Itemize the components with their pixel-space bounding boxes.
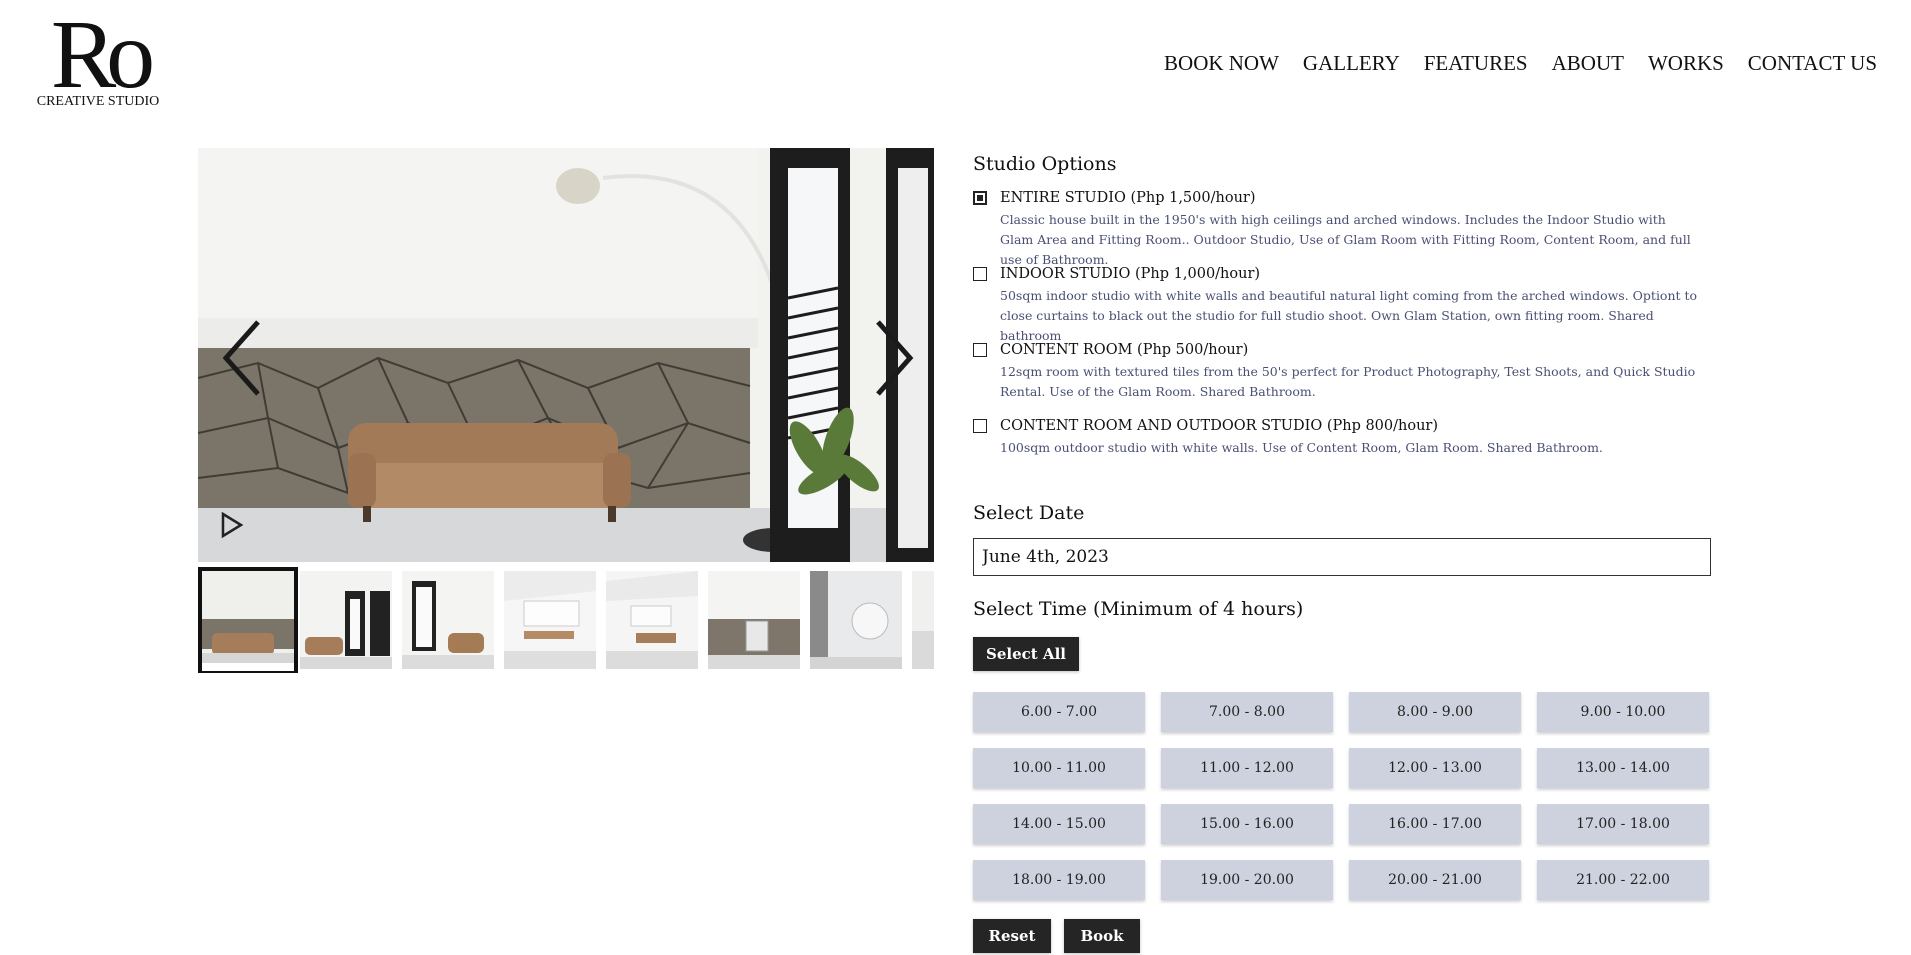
checkbox-content-outdoor[interactable]	[973, 419, 987, 433]
time-slot[interactable]: 11.00 - 12.00	[1161, 748, 1333, 788]
option-description: Classic house built in the 1950's with h…	[1000, 212, 1691, 267]
nav-about[interactable]: ABOUT	[1552, 50, 1624, 76]
reset-button[interactable]: Reset	[973, 919, 1051, 953]
thumbnail-6[interactable]	[708, 571, 800, 669]
brand-logo[interactable]: Ro CREATIVE STUDIO	[36, 1, 160, 114]
time-slot[interactable]: 12.00 - 13.00	[1349, 748, 1521, 788]
time-slot[interactable]: 6.00 - 7.00	[973, 692, 1145, 732]
option-description: 12sqm room with textured tiles from the …	[1000, 364, 1696, 399]
time-slot[interactable]: 8.00 - 9.00	[1349, 692, 1521, 732]
studio-photo	[198, 148, 934, 562]
thumbnail-7[interactable]	[810, 571, 902, 669]
studio-options-heading: Studio Options	[973, 153, 1117, 175]
time-slot[interactable]: 17.00 - 18.00	[1537, 804, 1709, 844]
nav-works[interactable]: WORKS	[1648, 50, 1724, 76]
time-slot[interactable]: 18.00 - 19.00	[973, 860, 1145, 900]
thumbnail-4[interactable]	[504, 571, 596, 669]
option-title: ENTIRE STUDIO (Php 1,500/hour)	[1000, 190, 1256, 206]
logo-mark: Ro	[50, 1, 155, 109]
checkbox-content-room[interactable]	[973, 343, 987, 357]
checkbox-entire-studio[interactable]	[973, 191, 987, 205]
thumbnail-2[interactable]	[300, 571, 392, 669]
book-button[interactable]: Book	[1064, 919, 1140, 953]
time-slot[interactable]: 21.00 - 22.00	[1537, 860, 1709, 900]
nav-features[interactable]: FEATURES	[1424, 50, 1528, 76]
option-description: 100sqm outdoor studio with white walls. …	[1000, 440, 1603, 455]
chevron-right-icon[interactable]	[868, 318, 918, 398]
thumbnail-8[interactable]	[912, 571, 934, 669]
option-title: INDOOR STUDIO (Php 1,000/hour)	[1000, 266, 1261, 282]
option-title: CONTENT ROOM (Php 500/hour)	[1000, 342, 1249, 358]
thumbnail-5[interactable]	[606, 571, 698, 669]
time-slot[interactable]: 10.00 - 11.00	[973, 748, 1145, 788]
nav-contact-us[interactable]: CONTACT US	[1748, 50, 1877, 76]
option-description: 50sqm indoor studio with white walls and…	[1000, 288, 1698, 343]
photo-carousel[interactable]	[198, 148, 934, 562]
select-date-heading: Select Date	[973, 502, 1085, 524]
time-slot[interactable]: 19.00 - 20.00	[1161, 860, 1333, 900]
time-slot[interactable]: 20.00 - 21.00	[1349, 860, 1521, 900]
thumbnail-strip	[198, 567, 934, 673]
checkbox-indoor-studio[interactable]	[973, 267, 987, 281]
main-nav: BOOK NOW GALLERY FEATURES ABOUT WORKS CO…	[1164, 50, 1877, 76]
time-slot[interactable]: 9.00 - 10.00	[1537, 692, 1709, 732]
time-slot[interactable]: 15.00 - 16.00	[1161, 804, 1333, 844]
select-all-button[interactable]: Select All	[973, 637, 1079, 671]
logo-subtitle: CREATIVE STUDIO	[36, 94, 160, 109]
chevron-left-icon[interactable]	[218, 318, 268, 398]
nav-gallery[interactable]: GALLERY	[1303, 50, 1400, 76]
play-icon[interactable]	[218, 510, 246, 540]
date-input[interactable]	[973, 538, 1711, 576]
nav-book-now[interactable]: BOOK NOW	[1164, 50, 1279, 76]
time-slot[interactable]: 14.00 - 15.00	[973, 804, 1145, 844]
thumbnail-3[interactable]	[402, 571, 494, 669]
select-time-heading: Select Time (Minimum of 4 hours)	[973, 598, 1304, 620]
thumbnail-1[interactable]	[198, 567, 298, 673]
time-slot[interactable]: 13.00 - 14.00	[1537, 748, 1709, 788]
time-slot[interactable]: 7.00 - 8.00	[1161, 692, 1333, 732]
time-slot[interactable]: 16.00 - 17.00	[1349, 804, 1521, 844]
option-title: CONTENT ROOM AND OUTDOOR STUDIO (Php 800…	[1000, 418, 1439, 434]
